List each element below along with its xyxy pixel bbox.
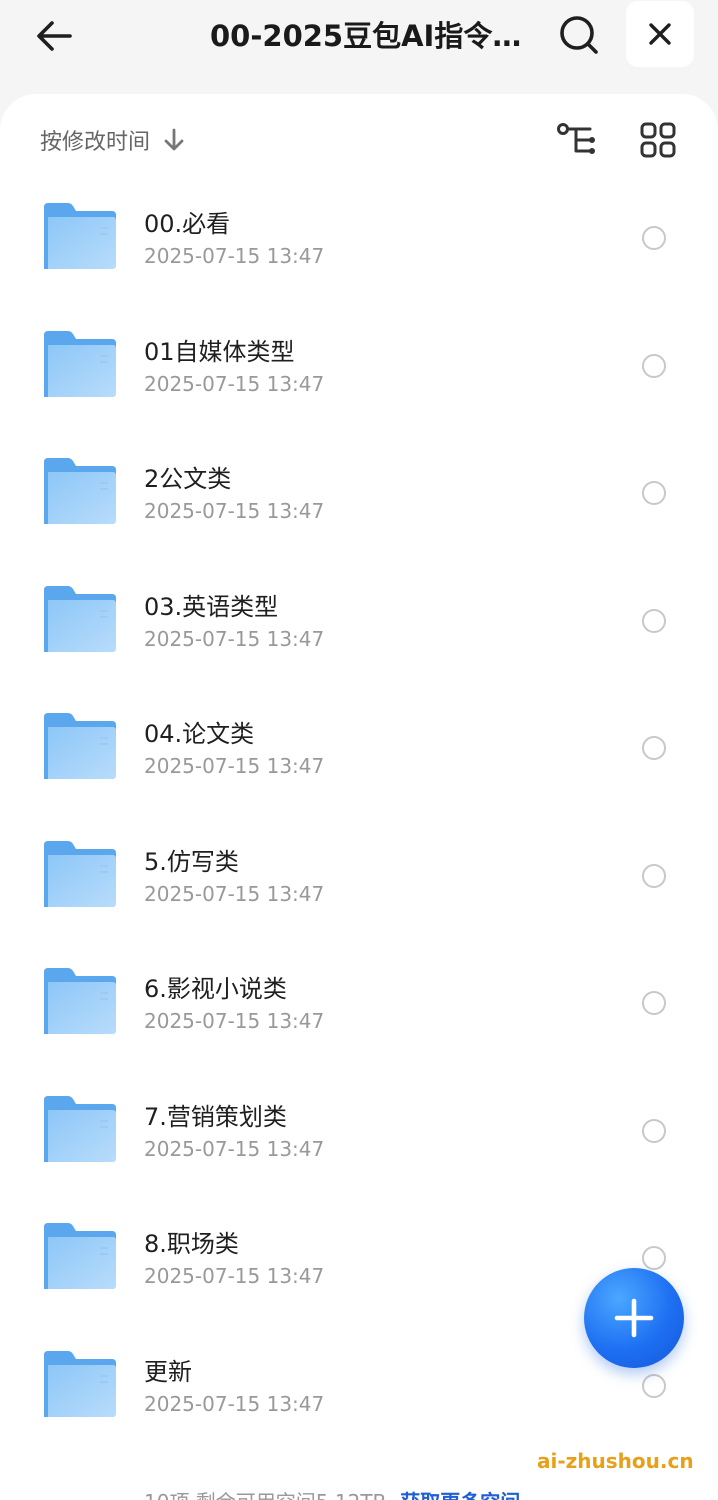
search-icon [560, 16, 598, 54]
close-button[interactable] [626, 1, 694, 67]
folder-icon [44, 330, 116, 397]
folder-name: 01自媒体类型 [144, 337, 295, 366]
folder-name: 2公文类 [144, 465, 232, 493]
list-item[interactable]: 03.英语类型 2025-07-15 13:47 [0, 573, 718, 701]
folder-date: 2025-07-15 13:47 [144, 371, 325, 396]
folder-icon [44, 1350, 116, 1417]
tree-view-icon [557, 123, 595, 154]
folder-icon [44, 458, 116, 524]
folder-date: 2025-07-15 13:47 [144, 754, 325, 778]
grid-view-button[interactable] [638, 120, 678, 160]
arrow-down-icon [162, 128, 186, 152]
select-radio[interactable] [642, 353, 666, 378]
folder-date: 2025-07-15 13:47 [144, 244, 325, 268]
folder-icon [44, 840, 116, 907]
sort-selector[interactable]: 按修改时间 [40, 122, 186, 158]
back-button[interactable] [30, 12, 78, 60]
folder-icon [44, 968, 116, 1034]
folder-date: 2025-07-15 13:47 [144, 626, 325, 651]
tree-view-button[interactable] [555, 120, 599, 160]
top-bar: 00-2025豆包AI指令… [0, 0, 718, 96]
folder-name: 7.营销策划类 [144, 1102, 287, 1131]
folder-date: 2025-07-15 13:47 [144, 1009, 325, 1033]
select-radio[interactable] [642, 736, 666, 760]
folder-name: 更新 [144, 1357, 192, 1386]
folder-date: 2025-07-15 13:47 [144, 499, 325, 523]
grid-view-icon [640, 122, 676, 158]
get-more-space-link[interactable]: 获取更多空间 [400, 1490, 520, 1500]
storage-footer: 10项 剩余可用空间5.12TB 获取更多空间 [144, 1486, 520, 1500]
folder-name: 5.仿写类 [144, 847, 239, 876]
folder-icon [44, 203, 116, 269]
select-radio[interactable] [642, 991, 666, 1015]
select-radio[interactable] [642, 1373, 666, 1398]
page-title: 00-2025豆包AI指令… [210, 19, 522, 53]
select-radio[interactable] [642, 608, 666, 633]
watermark: ai-zhushou.cn [537, 1449, 694, 1473]
folder-date: 2025-07-15 13:47 [144, 881, 325, 906]
plus-icon [614, 1298, 654, 1338]
sort-label: 按修改时间 [40, 130, 151, 155]
folder-icon [44, 713, 116, 779]
folder-date: 2025-07-15 13:47 [144, 1264, 325, 1288]
list-item[interactable]: 01自媒体类型 2025-07-15 13:47 [0, 318, 718, 446]
folder-date: 2025-07-15 13:47 [144, 1391, 325, 1416]
list-item[interactable]: 00.必看 2025-07-15 13:47 [0, 190, 718, 318]
select-radio[interactable] [642, 226, 666, 250]
select-radio[interactable] [642, 1246, 666, 1270]
folder-name: 03.英语类型 [144, 592, 279, 621]
folder-icon [44, 1223, 116, 1289]
select-radio[interactable] [642, 863, 666, 888]
select-radio[interactable] [642, 481, 666, 505]
folder-name: 00.必看 [144, 210, 231, 238]
folder-icon [44, 1095, 116, 1162]
add-button[interactable] [584, 1268, 684, 1368]
list-item[interactable]: 04.论文类 2025-07-15 13:47 [0, 700, 718, 828]
close-icon [649, 23, 671, 45]
folder-icon [44, 585, 116, 652]
list-item[interactable]: 6.影视小说类 2025-07-15 13:47 [0, 955, 718, 1083]
select-radio[interactable] [642, 1118, 666, 1143]
folder-name: 6.影视小说类 [144, 975, 287, 1003]
folder-date: 2025-07-15 13:47 [144, 1136, 325, 1161]
list-item[interactable]: 2公文类 2025-07-15 13:47 [0, 445, 718, 573]
storage-summary: 10项 剩余可用空间5.12TB [144, 1490, 386, 1500]
arrow-left-icon [37, 21, 72, 51]
folder-name: 04.论文类 [144, 720, 255, 748]
search-button[interactable] [554, 10, 604, 60]
folder-name: 8.职场类 [144, 1230, 239, 1258]
list-item[interactable]: 5.仿写类 2025-07-15 13:47 [0, 828, 718, 956]
list-item[interactable]: 7.营销策划类 2025-07-15 13:47 [0, 1083, 718, 1211]
